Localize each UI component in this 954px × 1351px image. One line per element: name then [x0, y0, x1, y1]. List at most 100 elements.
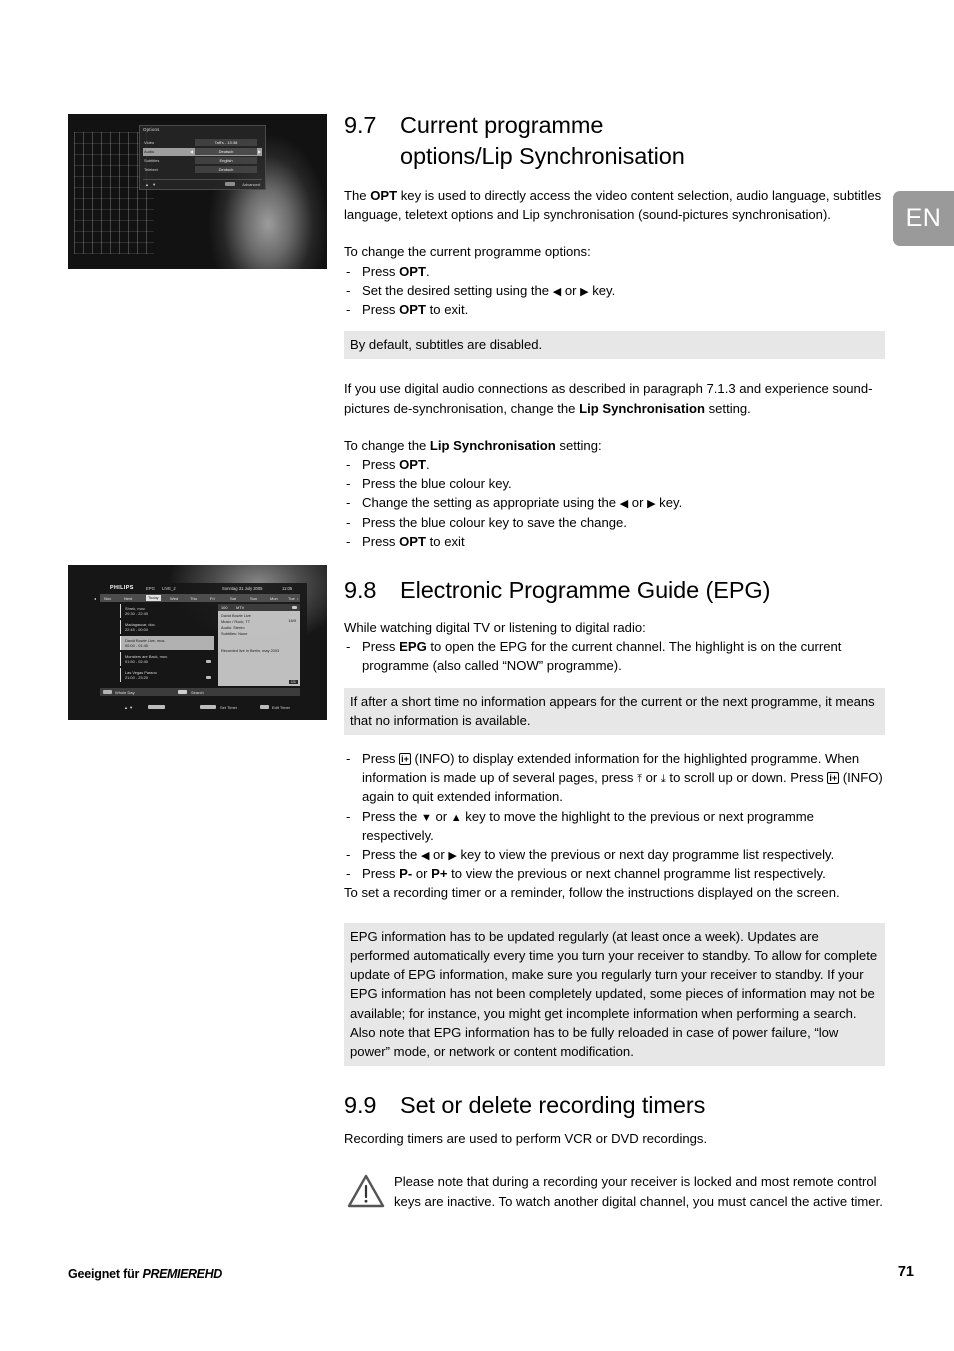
options-row-teletext-label: Teletext: [144, 167, 158, 173]
options-row-subtitles: Subtitles English: [143, 157, 262, 165]
page-number: 71: [897, 1264, 914, 1280]
intro-text-b: key is used to directly access the video…: [344, 188, 882, 223]
left-arrow-icon: ◀: [619, 498, 629, 511]
epg-day-tab: Wed: [170, 595, 179, 601]
epg-day-tab: Fri: [210, 595, 215, 601]
lip-synchronisation-bold: Lip Synchronisation: [579, 400, 705, 416]
epg-day-tabs: Nov Next Today Wed Thu Fri Sat Sun Mon T…: [100, 594, 300, 602]
intro-text-a: The: [344, 188, 371, 203]
premiere-hd-logo: PREMIEREHD: [142, 1267, 223, 1281]
paragraph-text-end: setting.: [704, 400, 751, 416]
epg-header-time: 11:05: [282, 586, 293, 591]
step-text-end: to exit: [426, 533, 465, 549]
step-text: Press: [362, 866, 400, 882]
record-icon: [206, 676, 211, 679]
right-arrow-icon: ▶: [258, 149, 262, 154]
step-text-c: or: [642, 770, 661, 786]
record-icon: [206, 660, 211, 663]
opt-key-bold: OPT: [370, 188, 398, 203]
info-key-icon: i+: [399, 753, 411, 766]
section-title-line1: Current programme: [400, 112, 604, 138]
colour-key-icon: [225, 182, 235, 186]
epg-item-title: Monsters are Back, mov.: [125, 653, 168, 659]
epg-detail-line: Music / Rock, TT: [221, 619, 251, 624]
epg-header: PHILIPS EPG LIVE_2 Sonntag 31 July 2005 …: [92, 583, 307, 594]
channel-keys-icon: [148, 705, 165, 710]
epg-item-time: 22:45 - 00:00: [125, 627, 148, 632]
epg-programme-list: Shrek, mov. 20:30 - 22:40 Madagascar, do…: [120, 604, 214, 686]
screenshot-options-menu: Options Video Taff's - 13:38 Audio ◀ Deu…: [68, 114, 327, 269]
left-arrow-icon: ◀: [552, 285, 562, 298]
warning-text: Please note that during a recording your…: [394, 1174, 883, 1209]
epg-header-label: EPG: [146, 586, 155, 591]
step-text-mid: or: [429, 847, 449, 863]
step-text: Set the desired setting using the: [362, 282, 553, 298]
right-arrow-icon: ▶: [448, 850, 457, 863]
ok-key-icon: [260, 705, 269, 710]
epg-list-item: Las Vegas Parano 21:00 - 23:20: [120, 668, 214, 682]
note-subtitles-disabled: By default, subtitles are disabled.: [344, 331, 885, 360]
red-key-icon: [103, 690, 112, 695]
epg-detail-page-indicator: 1/1: [288, 680, 298, 684]
language-tab: EN: [893, 191, 954, 246]
step-press-opt: Press OPT.: [344, 262, 885, 281]
epg-detail-line: David Bowie Live: [221, 613, 251, 618]
section-title: Set or delete recording timers: [400, 1092, 706, 1119]
note-no-information: If after a short time no information app…: [344, 687, 885, 736]
options-panel: Options Video Taff's - 13:38 Audio ◀ Deu…: [139, 125, 266, 190]
options-row-subtitles-value: English: [195, 157, 257, 164]
epg-day-tab: Tue: [288, 595, 295, 601]
options-row-video-value: Taff's - 13:38: [195, 139, 257, 146]
epg-edittimer-label: Edit Timer: [272, 704, 291, 710]
options-advanced-label: Advanced: [242, 181, 260, 187]
lead-change-options: To change the current programme options:: [344, 244, 591, 260]
section-heading-9-8: 9.8 Electronic Programme Guide (EPG): [344, 575, 885, 606]
epg-item-title: Shrek, mov.: [125, 605, 146, 611]
info-key-icon: i+: [827, 772, 840, 785]
step-text-end: to view the previous or next channel pro…: [447, 866, 826, 882]
step-press-opt: Press OPT.: [344, 455, 885, 474]
right-arrow-icon: ▶: [647, 498, 656, 511]
epg-day-tab: Nov: [104, 595, 112, 601]
epg-detail-number: 100: [221, 605, 228, 611]
step-text-end: key to view the previous or next day pro…: [456, 847, 835, 863]
step-text: Press: [362, 751, 400, 767]
step-text: Press: [362, 302, 400, 318]
options-row-audio-value: Deutsch: [195, 148, 257, 155]
epg-detail-channel: MTV: [236, 605, 245, 611]
options-panel-footer: ▲ ▼ Advanced: [143, 179, 262, 187]
epg-day-tab: Mon: [270, 595, 278, 601]
epg-wholeday-label: Whole Day: [115, 689, 135, 695]
epg-item-title: Las Vegas Parano: [125, 669, 157, 675]
philips-logo: PHILIPS: [110, 585, 134, 591]
step-text: Change the setting as appropriate using …: [362, 495, 620, 511]
opt-key-bold: OPT: [399, 302, 427, 318]
record-icon: [292, 606, 297, 609]
lead-text: To change the: [344, 437, 430, 453]
section-number: 9.9: [344, 1092, 377, 1119]
p-minus-key-bold: P-: [399, 866, 413, 882]
section-title: Current programme options/Lip Synchronisa…: [400, 110, 870, 172]
p-plus-key-bold: P+: [431, 866, 448, 882]
section-title: Electronic Programme Guide (EPG): [400, 577, 771, 604]
step-save-change: Press the blue colour key to save the ch…: [344, 513, 885, 532]
epg-day-tab-today: Today: [146, 594, 161, 602]
epg-day-tab: Next: [124, 595, 133, 601]
lead-change-lip-sync: To change the Lip Synchronisation settin…: [344, 436, 885, 455]
epg-key-hints: ▲ ▼ Set Timer Edit Timer: [92, 703, 307, 713]
updown-nav-icon: ▲ ▼: [145, 181, 158, 187]
step-press-epg: Press EPG to open the EPG for the curren…: [344, 637, 885, 675]
epg-list-item: Shrek, mov. 20:30 - 22:40: [120, 604, 214, 618]
paragraph-lip-sync: If you use digital audio connections as …: [344, 379, 885, 417]
step-change-day: Press the ◀ or ▶ key to view the previou…: [344, 845, 885, 864]
epg-detail-description: Recorded live in Berlin, may 2003: [221, 648, 280, 653]
epg-list-item-selected: David Bowie Live, mus. 00:00 - 01:45: [120, 636, 214, 650]
epg-detail-header: 100 MTV: [218, 604, 300, 611]
search-key-icon: [178, 690, 187, 695]
step-text-mid: or: [561, 282, 581, 298]
lead-text-end: setting:: [555, 437, 602, 453]
epg-item-title: David Bowie Live, mus.: [125, 637, 166, 643]
step-press-blue-key: Press the blue colour key.: [344, 474, 885, 493]
steps-epg-navigation: Press i+ (INFO) to display extended info…: [344, 749, 885, 903]
epg-item-time: 20:30 - 22:40: [125, 611, 148, 616]
